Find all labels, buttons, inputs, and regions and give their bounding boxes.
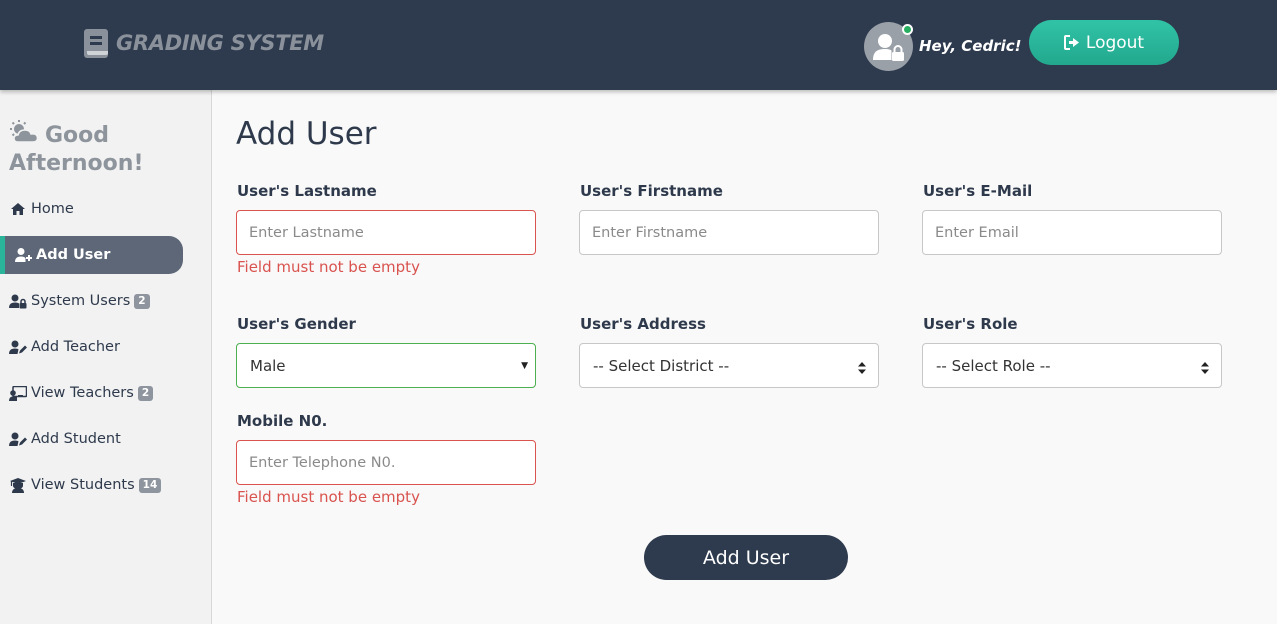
count-badge: 2 [137,385,154,401]
sort-arrows-icon [1201,360,1209,378]
top-header: GRADING SYSTEM Hey, Cedric! Logout [0,0,1277,90]
sidebar-item-system-users[interactable]: System Users 2 [0,282,212,320]
cloud-sun-icon [9,120,41,151]
district-select[interactable]: -- Select District -- [579,343,879,388]
sidebar-item-add-teacher[interactable]: Add Teacher [0,328,212,366]
sidebar-item-label: Add User [36,247,111,263]
sign-out-icon [1063,35,1080,50]
address-label: User's Address [580,315,706,333]
lastname-error: Field must not be empty [237,258,420,276]
mobile-input[interactable] [236,440,536,485]
sidebar-item-label: Add Student [31,431,121,447]
role-selected-value: -- Select Role -- [936,356,1051,375]
sidebar-item-label: System Users [31,293,131,309]
sidebar-nav: Home Add User System Users 2 Add Teacher [0,190,212,512]
gender-selected-value: Male [250,356,286,375]
sidebar-item-label: View Teachers [31,385,134,401]
logout-label: Logout [1085,32,1145,53]
sort-arrows-icon [858,360,866,378]
user-edit-icon [9,431,27,447]
firstname-label: User's Firstname [580,182,723,200]
brand-logo[interactable]: GRADING SYSTEM [84,28,324,58]
brand-title: GRADING SYSTEM [116,31,324,55]
email-input[interactable] [922,210,1222,255]
user-edit-icon [9,339,27,355]
gender-label: User's Gender [237,315,356,333]
sidebar-item-view-students[interactable]: View Students 14 [0,466,212,504]
page-title: Add User [236,116,377,152]
time-greeting: Good Afternoon! [9,120,209,177]
sidebar-item-add-student[interactable]: Add Student [0,420,212,458]
gender-select[interactable]: Male ▼ [236,343,536,388]
count-badge: 14 [138,477,162,493]
sidebar-item-label: View Students [31,477,135,493]
book-icon [84,28,110,58]
lastname-label: User's Lastname [237,182,377,200]
user-greeting: Hey, Cedric! [919,37,1022,55]
mobile-error: Field must not be empty [237,488,420,506]
user-profile[interactable]: Hey, Cedric! [864,21,1021,71]
role-select[interactable]: -- Select Role -- [922,343,1222,388]
role-label: User's Role [923,315,1018,333]
mobile-label: Mobile N0. [237,412,328,430]
lastname-input[interactable] [236,210,536,255]
caret-down-icon: ▼ [521,361,528,371]
users-lock-icon [9,293,27,309]
online-status-dot [902,24,913,35]
sidebar-item-add-user[interactable]: Add User [0,236,183,274]
email-label: User's E-Mail [923,182,1033,200]
sidebar-item-label: Home [31,201,74,217]
home-icon [9,201,27,217]
sidebar-item-label: Add Teacher [31,339,120,355]
logout-button[interactable]: Logout [1029,20,1179,65]
add-user-button[interactable]: Add User [644,535,848,580]
count-badge: 2 [134,293,150,309]
district-selected-value: -- Select District -- [593,356,730,375]
firstname-input[interactable] [579,210,879,255]
chalkboard-teacher-icon [9,385,27,401]
sidebar: Good Afternoon! Home Add User System Use… [0,90,212,624]
graduate-icon [9,477,27,493]
sidebar-item-view-teachers[interactable]: View Teachers 2 [0,374,212,412]
sidebar-item-home[interactable]: Home [0,190,212,228]
add-user-icon [14,247,32,263]
